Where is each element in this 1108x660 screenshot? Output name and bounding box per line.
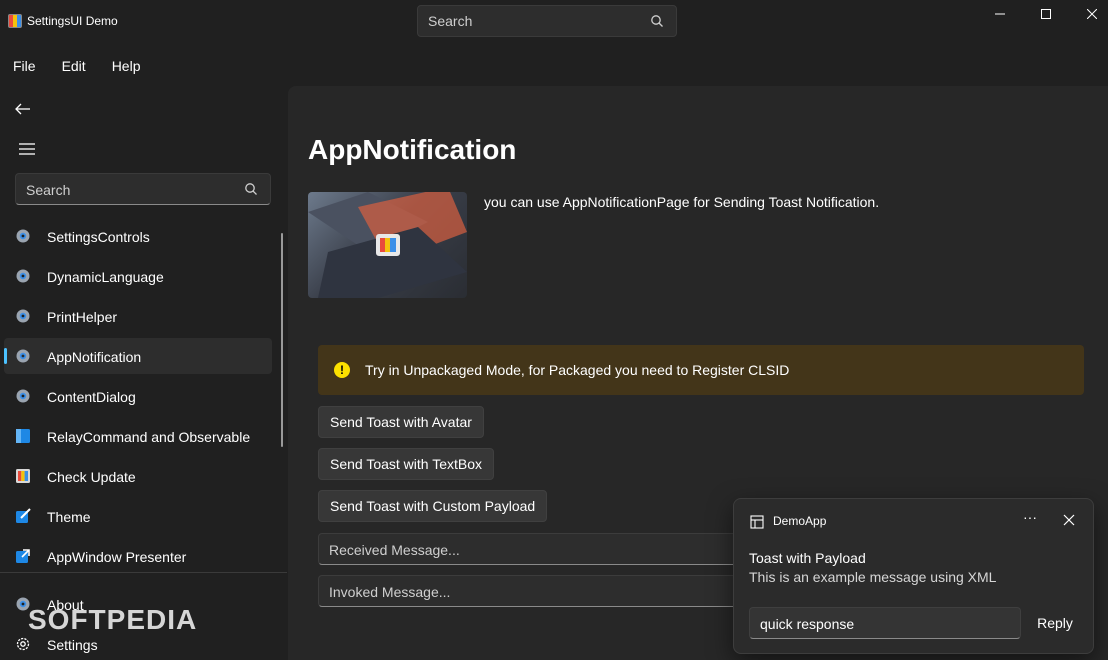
close-icon[interactable] xyxy=(1061,512,1077,528)
page-description: you can use AppNotificationPage for Send… xyxy=(484,194,880,210)
send-toast-avatar-button[interactable]: Send Toast with Avatar xyxy=(318,406,484,438)
gear-icon xyxy=(16,309,30,323)
theme-pen-icon xyxy=(16,508,31,523)
info-bar-message: Try in Unpackaged Mode, for Packaged you… xyxy=(365,362,790,378)
close-window-button[interactable] xyxy=(1069,0,1108,28)
sidebar-item-relaycommand[interactable]: RelayCommand and Observable xyxy=(4,418,272,454)
page-title: AppNotification xyxy=(308,134,517,165)
received-message-field[interactable]: Received Message... xyxy=(318,533,738,565)
toast-notification: DemoApp ··· Toast with Payload This is a… xyxy=(733,498,1094,654)
gear-icon xyxy=(16,389,30,403)
close-icon xyxy=(1087,9,1097,19)
sidebar-item-label: DynamicLanguage xyxy=(47,269,164,285)
sidebar-item-label: AppNotification xyxy=(47,349,142,365)
sidebar-item-check-update[interactable]: Check Update xyxy=(4,458,272,494)
sidebar-item-label: RelayCommand and Observable xyxy=(47,429,251,445)
toast-title: Toast with Payload xyxy=(749,550,866,566)
sidebar-item-label: Theme xyxy=(47,509,91,525)
toast-body: This is an example message using XML xyxy=(749,569,997,585)
menu-help[interactable]: Help xyxy=(99,52,154,80)
sidebar-item-settingscontrols[interactable]: SettingsControls xyxy=(4,218,272,254)
sidebar-item-theme[interactable]: Theme xyxy=(4,498,272,534)
send-toast-textbox-button[interactable]: Send Toast with TextBox xyxy=(318,448,495,480)
invoked-message-field[interactable]: Invoked Message... xyxy=(318,575,738,607)
settings-outline-icon xyxy=(16,637,30,651)
blue-window-icon xyxy=(16,429,30,443)
sidebar-item-appnotification[interactable]: AppNotification xyxy=(4,338,272,374)
hero-image xyxy=(308,192,467,298)
menu-edit[interactable]: Edit xyxy=(49,52,99,80)
search-icon[interactable] xyxy=(244,182,258,196)
selection-indicator xyxy=(4,348,7,364)
minimize-icon xyxy=(995,13,1005,15)
sidebar-item-label: SettingsControls xyxy=(47,229,150,245)
sidebar-scrollbar[interactable] xyxy=(281,233,283,447)
presenter-icon xyxy=(16,549,30,563)
sidebar-item-label: ContentDialog xyxy=(47,389,136,405)
maximize-button[interactable] xyxy=(1023,0,1069,28)
search-icon[interactable] xyxy=(650,14,664,28)
sidebar-item-dynamiclanguage[interactable]: DynamicLanguage xyxy=(4,258,272,294)
hamburger-menu-icon[interactable] xyxy=(16,140,38,158)
back-arrow-icon[interactable] xyxy=(12,98,34,120)
app-window-icon xyxy=(750,515,764,529)
send-toast-custom-payload-button[interactable]: Send Toast with Custom Payload xyxy=(318,490,548,522)
maximize-icon xyxy=(1041,9,1051,19)
hero-image-graphic xyxy=(308,192,467,298)
gear-icon xyxy=(16,229,30,243)
title-search-placeholder: Search xyxy=(428,13,473,29)
toast-reply-input[interactable]: quick response xyxy=(749,607,1021,639)
minimize-button[interactable] xyxy=(977,0,1023,28)
received-message-placeholder: Received Message... xyxy=(329,542,460,558)
sidebar-item-label: Check Update xyxy=(47,469,136,485)
sidebar-search-box[interactable]: Search xyxy=(15,173,271,205)
toast-reply-button[interactable]: Reply xyxy=(1029,607,1081,639)
sidebar-divider xyxy=(0,572,287,573)
app-color-icon xyxy=(16,469,30,483)
title-bar: SettingsUI Demo Search xyxy=(0,0,1108,44)
title-search-box[interactable]: Search xyxy=(417,5,677,37)
sidebar-item-label: AppWindow Presenter xyxy=(47,549,187,565)
sidebar-item-label: Settings xyxy=(47,637,98,653)
info-bar: ! Try in Unpackaged Mode, for Packaged y… xyxy=(318,345,1084,395)
sidebar-item-printhelper[interactable]: PrintHelper xyxy=(4,298,272,334)
sidebar-item-label: PrintHelper xyxy=(47,309,118,325)
sidebar-item-contentdialog[interactable]: ContentDialog xyxy=(4,378,272,414)
menu-bar: File Edit Help xyxy=(0,52,153,80)
app-icon xyxy=(8,14,22,28)
more-options-icon[interactable]: ··· xyxy=(1020,509,1040,529)
watermark: SOFTPEDIA xyxy=(28,604,198,635)
window-title: SettingsUI Demo xyxy=(27,14,118,28)
warning-icon: ! xyxy=(334,362,350,378)
sidebar-nav-list: SettingsControls DynamicLanguage PrintHe… xyxy=(4,218,272,578)
gear-icon xyxy=(16,349,30,363)
invoked-message-placeholder: Invoked Message... xyxy=(329,584,451,600)
toast-app-name: DemoApp xyxy=(773,514,827,528)
gear-icon xyxy=(16,269,30,283)
sidebar-search-placeholder: Search xyxy=(26,182,71,198)
menu-file[interactable]: File xyxy=(0,52,49,80)
toast-reply-value: quick response xyxy=(760,616,855,632)
sidebar-item-appwindow-presenter[interactable]: AppWindow Presenter xyxy=(4,538,272,574)
